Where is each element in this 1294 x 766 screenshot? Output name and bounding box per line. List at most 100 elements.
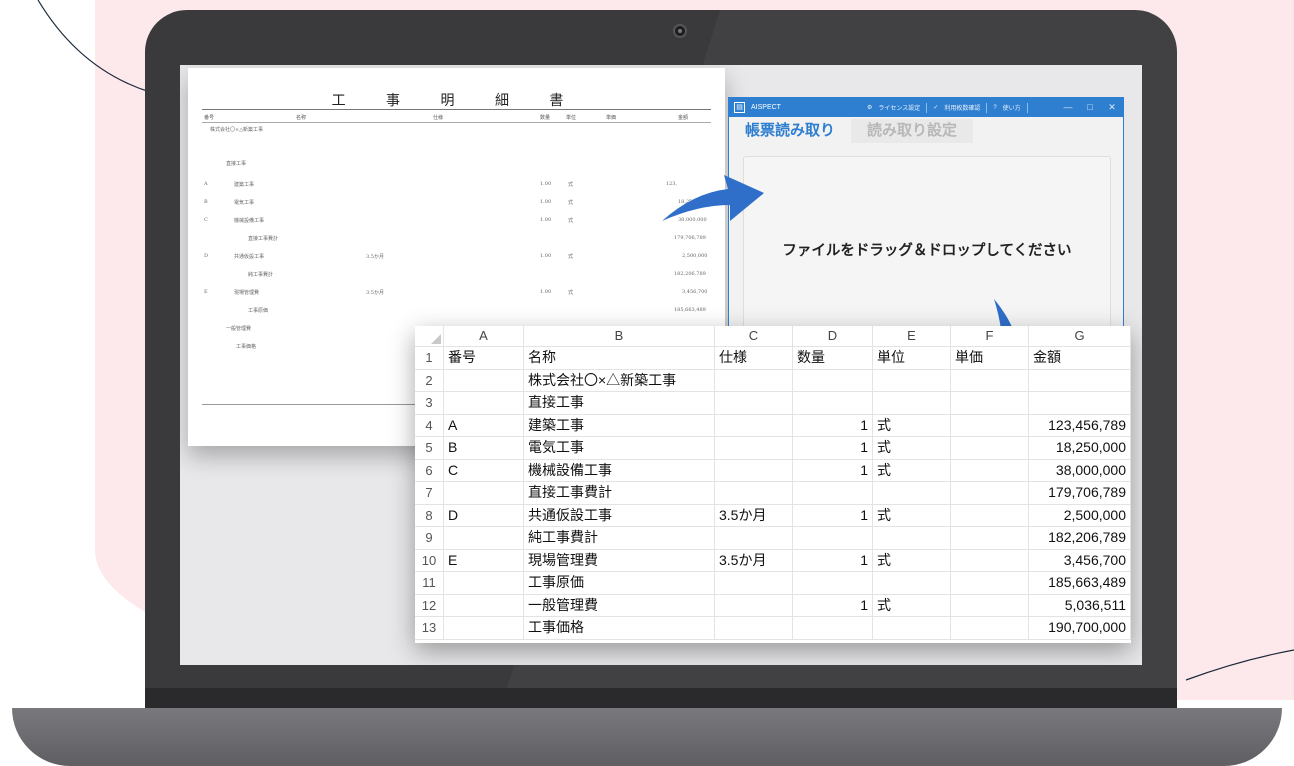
row-number[interactable]: 5 bbox=[415, 437, 444, 459]
sheet-cell[interactable] bbox=[873, 617, 951, 639]
tab-reading-settings[interactable]: 読み取り設定 bbox=[851, 119, 974, 143]
sheet-cell[interactable] bbox=[715, 572, 793, 594]
sheet-cell[interactable] bbox=[951, 437, 1029, 459]
sheet-cell[interactable] bbox=[715, 437, 793, 459]
sheet-cell[interactable]: 式 bbox=[873, 549, 951, 571]
row-number[interactable]: 12 bbox=[415, 594, 444, 616]
sheet-cell[interactable]: 1 bbox=[793, 549, 873, 571]
sheet-cell[interactable] bbox=[951, 572, 1029, 594]
column-header[interactable]: B bbox=[524, 326, 715, 346]
sheet-cell[interactable]: 工事原価 bbox=[524, 572, 715, 594]
sheet-cell[interactable]: 式 bbox=[873, 437, 951, 459]
sheet-cell[interactable]: 数量 bbox=[793, 347, 873, 369]
sheet-cell[interactable] bbox=[1029, 369, 1131, 391]
sheet-cell[interactable] bbox=[951, 527, 1029, 549]
sheet-cell[interactable]: 190,700,000 bbox=[1029, 617, 1131, 639]
row-number[interactable]: 10 bbox=[415, 549, 444, 571]
sheet-cell[interactable] bbox=[793, 572, 873, 594]
sheet-cell[interactable]: 式 bbox=[873, 459, 951, 481]
sheet-cell[interactable]: 1 bbox=[793, 459, 873, 481]
sheet-cell[interactable] bbox=[951, 549, 1029, 571]
sheet-cell[interactable]: 建築工事 bbox=[524, 414, 715, 436]
tab-form-reading[interactable]: 帳票読み取り bbox=[729, 119, 851, 143]
row-number[interactable]: 7 bbox=[415, 482, 444, 504]
sheet-cell[interactable] bbox=[873, 572, 951, 594]
sheet-cell[interactable] bbox=[951, 414, 1029, 436]
license-settings-link[interactable]: ライセンス設定 bbox=[878, 103, 920, 112]
sheet-cell[interactable]: 3.5か月 bbox=[715, 549, 793, 571]
sheet-cell[interactable] bbox=[951, 504, 1029, 526]
sheet-cell[interactable]: 直接工事費計 bbox=[524, 482, 715, 504]
sheet-cell[interactable]: 共通仮設工事 bbox=[524, 504, 715, 526]
close-button[interactable]: ✕ bbox=[1101, 98, 1123, 117]
sheet-cell[interactable] bbox=[793, 369, 873, 391]
column-header[interactable]: D bbox=[793, 326, 873, 346]
sheet-cell[interactable]: C bbox=[444, 459, 524, 481]
column-header[interactable]: G bbox=[1029, 326, 1131, 346]
row-number[interactable]: 8 bbox=[415, 504, 444, 526]
row-number[interactable]: 6 bbox=[415, 459, 444, 481]
sheet-cell[interactable]: 1 bbox=[793, 594, 873, 616]
usage-check-link[interactable]: 利用枚数確認 bbox=[944, 103, 980, 112]
maximize-button[interactable]: □ bbox=[1079, 98, 1101, 117]
row-number[interactable]: 3 bbox=[415, 392, 444, 414]
sheet-cell[interactable]: 179,706,789 bbox=[1029, 482, 1131, 504]
sheet-cell[interactable]: 2,500,000 bbox=[1029, 504, 1131, 526]
sheet-cell[interactable]: 現場管理費 bbox=[524, 549, 715, 571]
sheet-cell[interactable]: 仕様 bbox=[715, 347, 793, 369]
sheet-cell[interactable] bbox=[444, 617, 524, 639]
sheet-cell[interactable] bbox=[444, 527, 524, 549]
sheet-cell[interactable] bbox=[951, 617, 1029, 639]
sheet-cell[interactable]: 番号 bbox=[444, 347, 524, 369]
sheet-cell[interactable] bbox=[715, 369, 793, 391]
sheet-cell[interactable] bbox=[873, 392, 951, 414]
row-number[interactable]: 2 bbox=[415, 369, 444, 391]
sheet-cell[interactable] bbox=[715, 392, 793, 414]
minimize-button[interactable]: — bbox=[1057, 98, 1079, 117]
sheet-cell[interactable]: 単位 bbox=[873, 347, 951, 369]
sheet-cell[interactable] bbox=[1029, 392, 1131, 414]
row-number[interactable]: 9 bbox=[415, 527, 444, 549]
sheet-cell[interactable] bbox=[715, 594, 793, 616]
sheet-cell[interactable] bbox=[793, 482, 873, 504]
sheet-cell[interactable] bbox=[793, 617, 873, 639]
sheet-cell[interactable]: 直接工事 bbox=[524, 392, 715, 414]
sheet-cell[interactable] bbox=[951, 392, 1029, 414]
sheet-cell[interactable] bbox=[951, 482, 1029, 504]
column-header[interactable]: E bbox=[873, 326, 951, 346]
sheet-cell[interactable]: 名称 bbox=[524, 347, 715, 369]
sheet-cell[interactable] bbox=[715, 414, 793, 436]
sheet-cell[interactable] bbox=[873, 527, 951, 549]
sheet-cell[interactable] bbox=[951, 594, 1029, 616]
sheet-cell[interactable] bbox=[715, 617, 793, 639]
sheet-cell[interactable]: B bbox=[444, 437, 524, 459]
sheet-cell[interactable]: E bbox=[444, 549, 524, 571]
sheet-cell[interactable]: 1 bbox=[793, 437, 873, 459]
sheet-cell[interactable] bbox=[951, 369, 1029, 391]
sheet-cell[interactable] bbox=[873, 369, 951, 391]
sheet-cell[interactable] bbox=[715, 459, 793, 481]
sheet-cell[interactable]: 式 bbox=[873, 414, 951, 436]
sheet-cell[interactable]: 38,000,000 bbox=[1029, 459, 1131, 481]
help-link[interactable]: 使い方 bbox=[1003, 103, 1021, 112]
sheet-cell[interactable]: 株式会社〇×△新築工事 bbox=[524, 369, 715, 391]
column-header[interactable]: A bbox=[444, 326, 524, 346]
row-number[interactable]: 4 bbox=[415, 414, 444, 436]
sheet-cell[interactable]: A bbox=[444, 414, 524, 436]
row-number[interactable]: 1 bbox=[415, 347, 444, 369]
row-number[interactable]: 13 bbox=[415, 617, 444, 639]
sheet-cell[interactable]: 金額 bbox=[1029, 347, 1131, 369]
sheet-cell[interactable]: 3.5か月 bbox=[715, 504, 793, 526]
sheet-cell[interactable]: D bbox=[444, 504, 524, 526]
sheet-cell[interactable]: 3,456,700 bbox=[1029, 549, 1131, 571]
sheet-cell[interactable] bbox=[444, 482, 524, 504]
sheet-cell[interactable]: 18,250,000 bbox=[1029, 437, 1131, 459]
sheet-cell[interactable]: 純工事費計 bbox=[524, 527, 715, 549]
column-header[interactable]: F bbox=[951, 326, 1029, 346]
sheet-cell[interactable]: 機械設備工事 bbox=[524, 459, 715, 481]
sheet-cell[interactable] bbox=[444, 572, 524, 594]
sheet-cell[interactable] bbox=[444, 594, 524, 616]
sheet-cell[interactable] bbox=[444, 369, 524, 391]
sheet-cell[interactable]: 単価 bbox=[951, 347, 1029, 369]
sheet-cell[interactable]: 5,036,511 bbox=[1029, 594, 1131, 616]
